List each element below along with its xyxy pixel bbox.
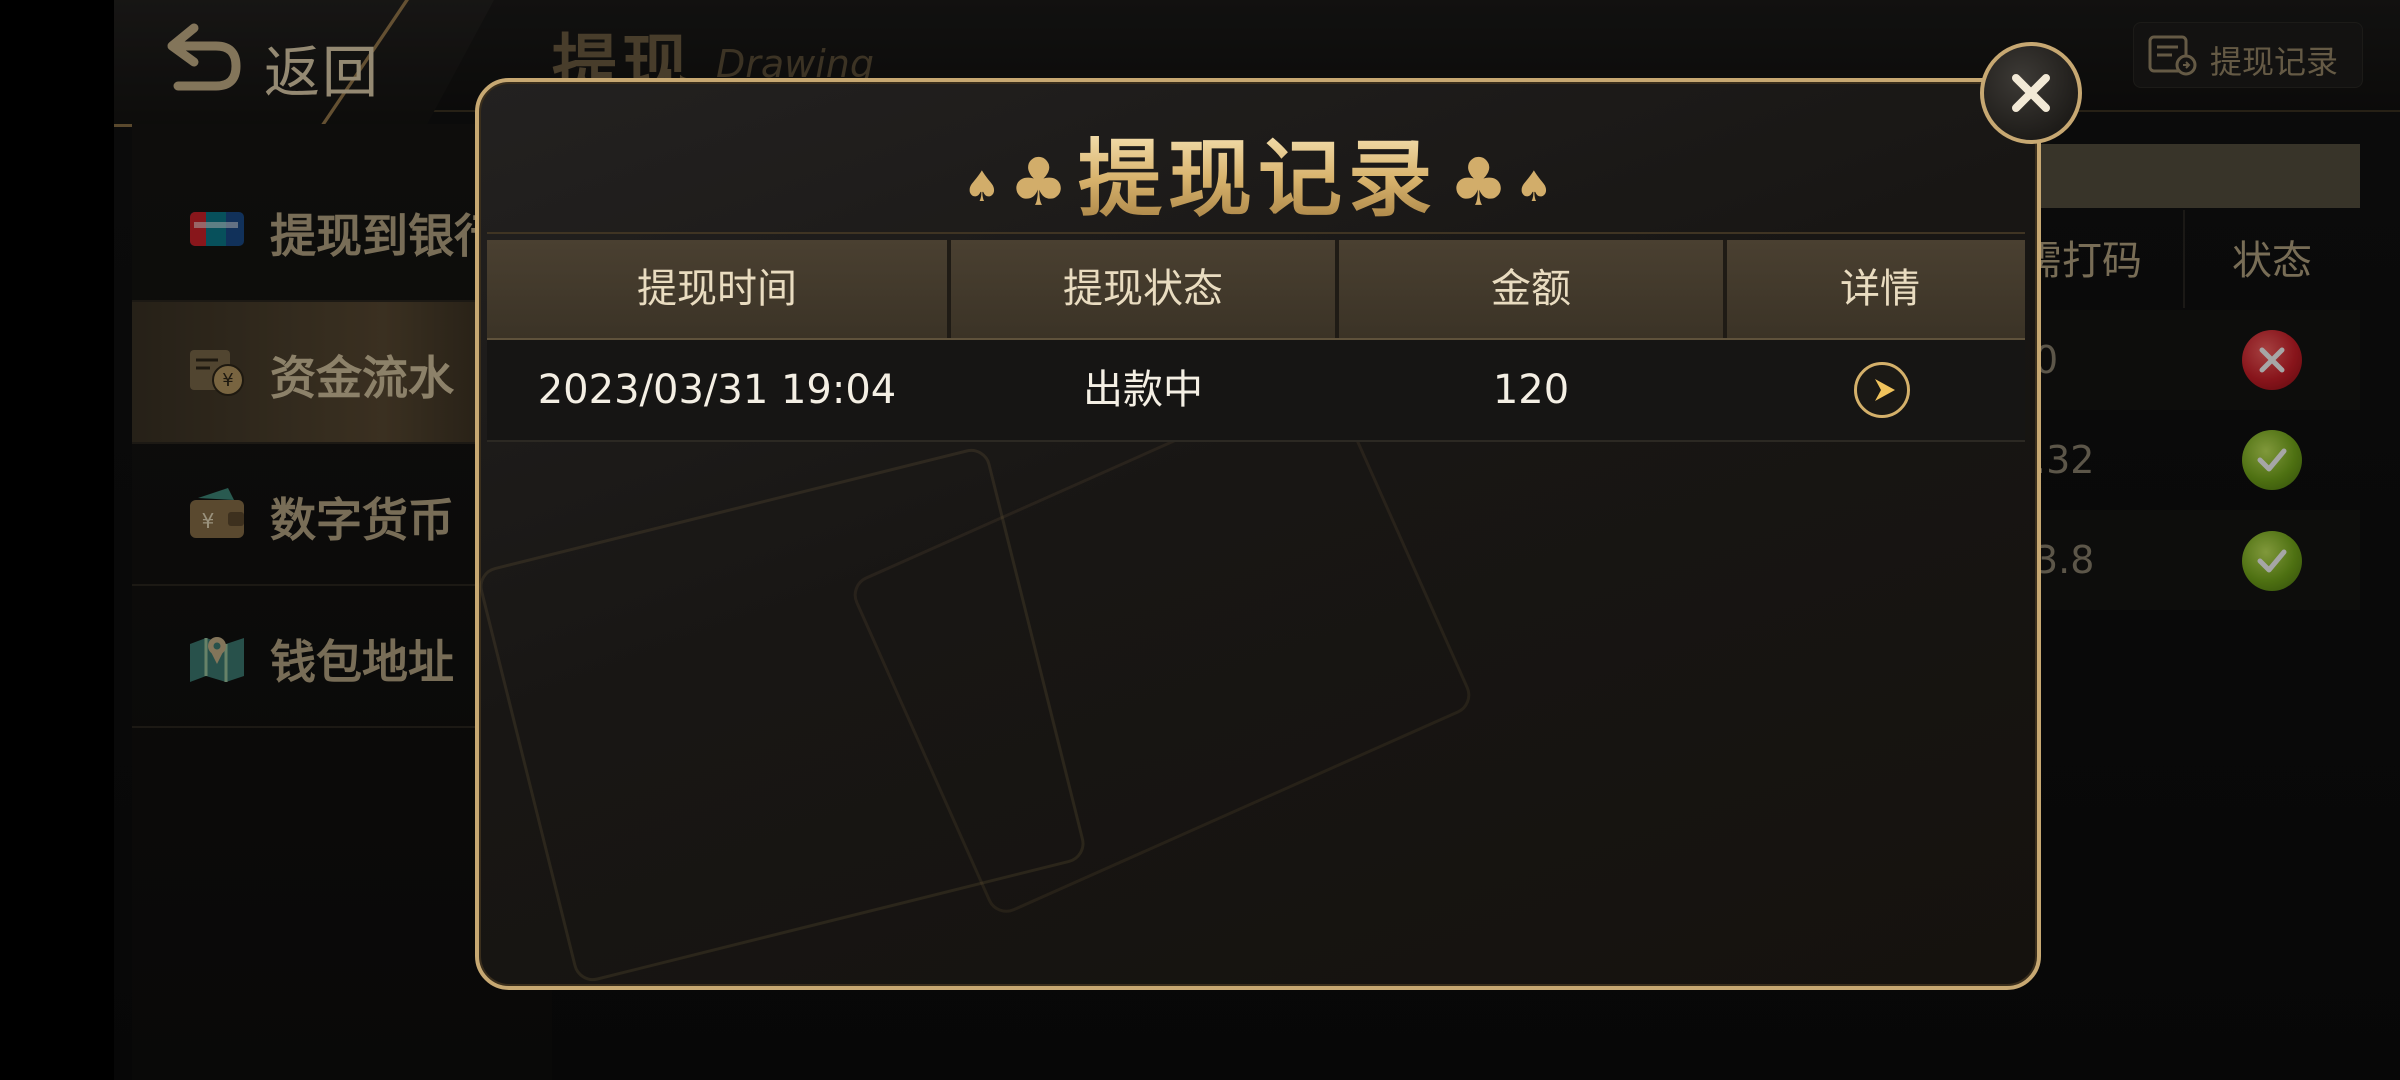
row-status: 出款中 — [1083, 367, 1203, 413]
column-header-time: 提现时间 — [637, 266, 797, 312]
title-divider — [487, 232, 2025, 234]
modal-title: 提现记录 — [1078, 112, 1438, 233]
detail-arrow-button[interactable] — [1854, 362, 1910, 418]
withdraw-record-modal: ♠ ♣ 提现记录 ♣ ♠ 提现时间 提现状态 金额 详情 2023/03/31 … — [475, 78, 2041, 990]
close-icon — [2012, 74, 2050, 112]
close-button[interactable] — [1980, 42, 2082, 144]
column-header-amount: 金额 — [1491, 266, 1571, 312]
arrow-right-icon — [1875, 379, 1895, 401]
table-header: 提现时间 提现状态 金额 详情 — [487, 240, 2025, 340]
modal-title-wrap: 提现记录 — [479, 112, 2037, 228]
spade-suit-icon: ♠ — [1515, 162, 1553, 211]
column-header-status: 提现状态 — [1063, 266, 1223, 312]
column-header-detail: 详情 — [1840, 266, 1920, 312]
club-suit-icon: ♣ — [1449, 144, 1509, 221]
table-row: 2023/03/31 19:04 出款中 120 — [487, 340, 2025, 442]
row-amount: 120 — [1492, 367, 1570, 413]
row-time: 2023/03/31 19:04 — [537, 367, 897, 413]
